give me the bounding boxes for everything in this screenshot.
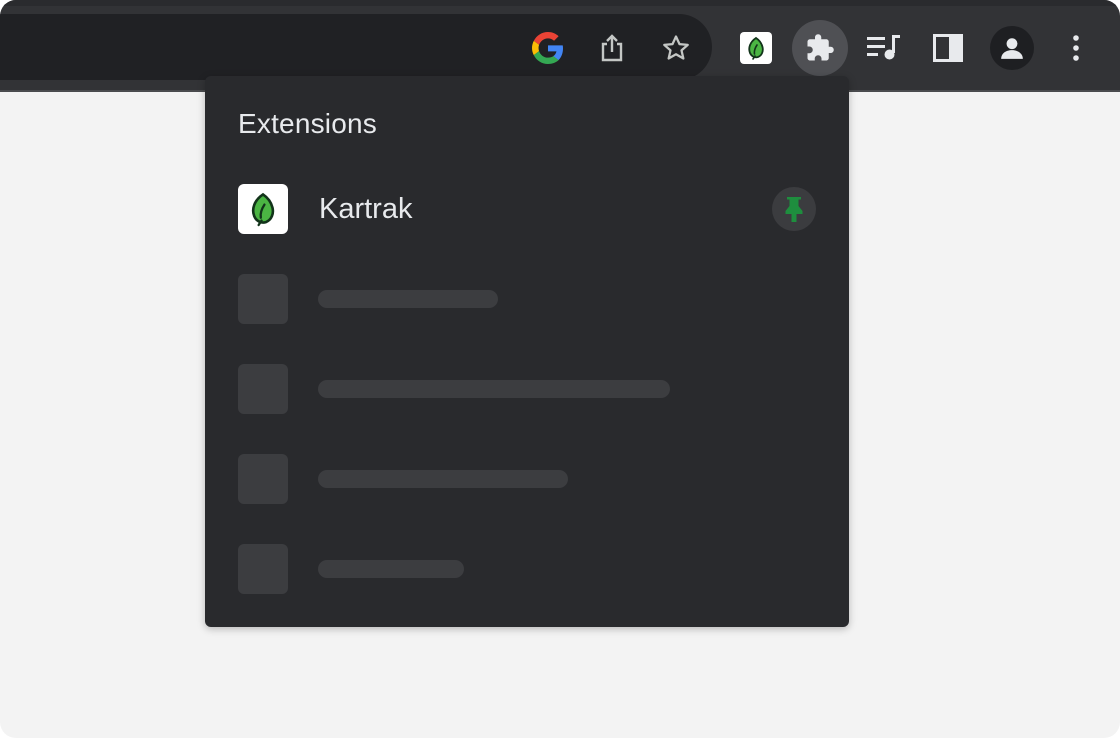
extension-item-kartrak[interactable]: Kartrak: [238, 184, 818, 234]
placeholder-text: [318, 380, 670, 398]
kartrak-toolbar-button[interactable]: [734, 26, 778, 70]
tab-strip-edge: [0, 0, 1120, 6]
pin-icon: [785, 197, 803, 222]
profile-icon[interactable]: [990, 26, 1034, 70]
share-icon[interactable]: [590, 26, 634, 70]
extension-name: Kartrak: [319, 193, 413, 225]
placeholder-icon: [238, 454, 288, 504]
placeholder-icon: [238, 274, 288, 324]
pin-button[interactable]: [772, 187, 816, 231]
placeholder-row: [238, 454, 818, 504]
placeholder-text: [318, 290, 498, 308]
placeholder-row: [238, 364, 818, 414]
placeholder-text: [318, 470, 568, 488]
placeholder-row: [238, 274, 818, 324]
placeholder-text: [318, 560, 464, 578]
side-panel-icon[interactable]: [926, 26, 970, 70]
star-icon[interactable]: [654, 26, 698, 70]
media-controls-icon[interactable]: [862, 26, 906, 70]
kartrak-leaf-icon: [740, 32, 772, 64]
popup-title: Extensions: [238, 108, 377, 139]
google-icon[interactable]: [526, 26, 570, 70]
placeholder-row: [238, 544, 818, 594]
browser-window: Extensions Kartrak: [0, 0, 1120, 738]
placeholder-icon: [238, 544, 288, 594]
puzzle-icon[interactable]: [792, 20, 848, 76]
avatar: [990, 26, 1034, 70]
placeholder-icon: [238, 364, 288, 414]
extensions-menu-popup: Extensions Kartrak: [205, 76, 849, 627]
more-vert-icon[interactable]: [1054, 26, 1098, 70]
leaf-icon: [238, 184, 288, 234]
